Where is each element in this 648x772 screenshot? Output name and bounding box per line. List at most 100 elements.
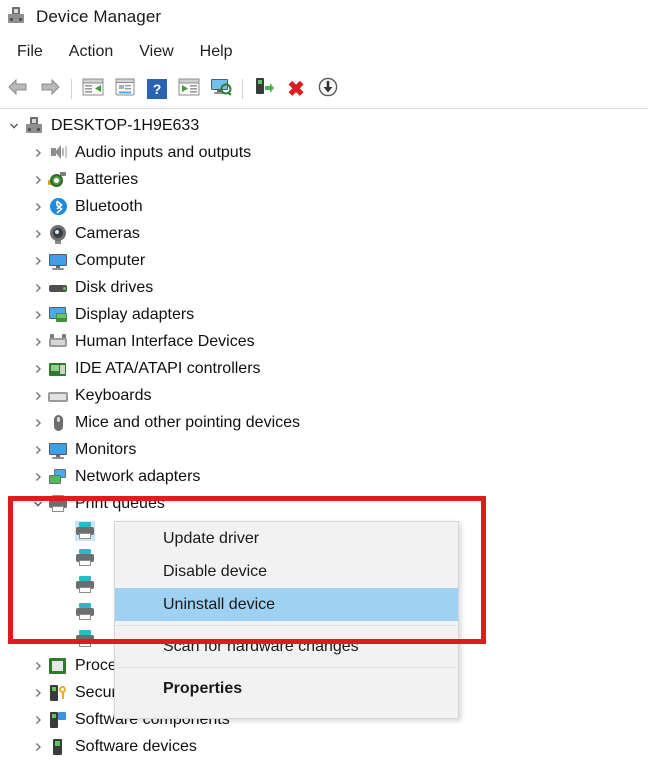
tree-item-network-adapters[interactable]: Network adapters bbox=[0, 463, 648, 490]
tree-item-ide-ata-atapi-controllers[interactable]: IDE ATA/ATAPI controllers bbox=[0, 355, 648, 382]
back-arrow-icon bbox=[7, 78, 29, 101]
printer-icon bbox=[48, 494, 68, 514]
speaker-icon bbox=[48, 143, 68, 163]
chevron-right-icon[interactable] bbox=[28, 220, 48, 247]
disk-drive-icon bbox=[48, 278, 68, 298]
menu-bar: File Action View Help bbox=[0, 36, 648, 68]
chevron-right-icon[interactable] bbox=[28, 463, 48, 490]
show-hide-action-pane-button[interactable] bbox=[173, 74, 205, 104]
battery-icon bbox=[48, 170, 68, 190]
chevron-right-icon[interactable] bbox=[28, 382, 48, 409]
menu-file[interactable]: File bbox=[4, 41, 56, 63]
tree-item-label: IDE ATA/ATAPI controllers bbox=[75, 359, 261, 377]
chevron-right-icon[interactable] bbox=[28, 652, 48, 679]
tree-item-batteries[interactable]: Batteries bbox=[0, 166, 648, 193]
properties-icon bbox=[114, 78, 136, 101]
chevron-right-icon[interactable] bbox=[28, 706, 48, 733]
device-manager-icon bbox=[6, 6, 28, 28]
monitor-icon bbox=[48, 440, 68, 460]
chevron-right-icon[interactable] bbox=[28, 436, 48, 463]
chevron-right-icon[interactable] bbox=[28, 274, 48, 301]
scan-monitor-icon bbox=[210, 77, 233, 101]
tree-item-display-adapters[interactable]: Display adapters bbox=[0, 301, 648, 328]
chevron-right-icon[interactable] bbox=[28, 193, 48, 220]
chevron-down-icon[interactable] bbox=[28, 490, 48, 517]
tree-item-label: Human Interface Devices bbox=[75, 332, 255, 350]
tree-item-computer[interactable]: Computer bbox=[0, 247, 648, 274]
bluetooth-icon bbox=[48, 197, 68, 217]
ide-controller-icon bbox=[48, 359, 68, 379]
tree-item-monitors[interactable]: Monitors bbox=[0, 436, 648, 463]
context-menu-item-uninstall-device[interactable]: Uninstall device bbox=[115, 588, 458, 621]
chevron-right-icon[interactable] bbox=[28, 301, 48, 328]
menu-action[interactable]: Action bbox=[56, 41, 126, 63]
context-menu-item-update-driver[interactable]: Update driver bbox=[115, 522, 458, 555]
hid-icon bbox=[48, 332, 68, 352]
action-pane-icon bbox=[178, 78, 200, 101]
tree-root-label: DESKTOP-1H9E633 bbox=[51, 116, 200, 134]
tree-item-bluetooth[interactable]: Bluetooth bbox=[0, 193, 648, 220]
chevron-right-icon[interactable] bbox=[28, 247, 48, 274]
processor-icon bbox=[48, 656, 68, 676]
context-menu-item-properties[interactable]: Properties bbox=[115, 672, 458, 705]
mouse-icon bbox=[48, 413, 68, 433]
tree-item-software-devices[interactable]: Software devices bbox=[0, 733, 648, 760]
tree-item-print-queues[interactable]: Print queues bbox=[0, 490, 648, 517]
chevron-right-icon[interactable] bbox=[28, 166, 48, 193]
tree-item-label: Mice and other pointing devices bbox=[75, 413, 301, 431]
tree-item-disk-drives[interactable]: Disk drives bbox=[0, 274, 648, 301]
tree-item-label: Cameras bbox=[75, 224, 140, 242]
menu-help[interactable]: Help bbox=[187, 41, 246, 63]
update-driver-icon bbox=[253, 77, 275, 101]
context-menu[interactable]: Update driver Disable device Uninstall d… bbox=[114, 521, 459, 719]
printer-icon bbox=[75, 575, 95, 595]
tree-item-human-interface-devices[interactable]: Human Interface Devices bbox=[0, 328, 648, 355]
software-component-icon bbox=[48, 710, 68, 730]
forward-button[interactable] bbox=[34, 74, 66, 104]
toolbar: ? ✖ bbox=[0, 70, 648, 108]
back-button[interactable] bbox=[2, 74, 34, 104]
tree-item-label: Disk drives bbox=[75, 278, 154, 296]
tree-item-keyboards[interactable]: Keyboards bbox=[0, 382, 648, 409]
chevron-right-icon[interactable] bbox=[28, 139, 48, 166]
chevron-right-icon[interactable] bbox=[28, 328, 48, 355]
tree-item-label: Network adapters bbox=[75, 467, 201, 485]
context-menu-separator bbox=[117, 667, 456, 668]
tree-item-label: Software devices bbox=[75, 737, 197, 755]
tree-item-audio-inputs-and-outputs[interactable]: Audio inputs and outputs bbox=[0, 139, 648, 166]
context-menu-item-scan-for-hardware-changes[interactable]: Scan for hardware changes bbox=[115, 630, 458, 663]
tree-item-label: Keyboards bbox=[75, 386, 152, 404]
chevron-right-icon[interactable] bbox=[28, 409, 48, 436]
monitor-icon bbox=[48, 251, 68, 271]
tree-item-label: Computer bbox=[75, 251, 146, 269]
uninstall-device-button[interactable]: ✖ bbox=[280, 74, 312, 104]
computer-icon bbox=[24, 116, 44, 136]
tree-item-cameras[interactable]: Cameras bbox=[0, 220, 648, 247]
printer-icon bbox=[75, 548, 95, 568]
context-menu-separator bbox=[117, 625, 456, 626]
show-hide-console-tree-button[interactable] bbox=[77, 74, 109, 104]
chevron-right-icon[interactable] bbox=[28, 679, 48, 706]
chevron-right-icon[interactable] bbox=[28, 733, 48, 760]
update-driver-button[interactable] bbox=[248, 74, 280, 104]
help-button[interactable]: ? bbox=[141, 74, 173, 104]
tree-item-label: Audio inputs and outputs bbox=[75, 143, 252, 161]
device-manager-window: Device Manager File Action View Help ? ✖… bbox=[0, 0, 648, 772]
printer-icon bbox=[75, 520, 95, 541]
context-menu-item-disable-device[interactable]: Disable device bbox=[115, 555, 458, 588]
scan-for-hardware-changes-button[interactable] bbox=[205, 74, 237, 104]
disable-device-button[interactable] bbox=[312, 74, 344, 104]
tree-item-label: Display adapters bbox=[75, 305, 195, 323]
tree-item-label: Batteries bbox=[75, 170, 139, 188]
tree-root-desktop[interactable]: DESKTOP-1H9E633 bbox=[0, 112, 648, 139]
menu-view[interactable]: View bbox=[126, 41, 186, 63]
security-device-icon bbox=[48, 683, 68, 703]
chevron-down-icon[interactable] bbox=[4, 112, 24, 139]
chevron-right-icon[interactable] bbox=[28, 355, 48, 382]
forward-arrow-icon bbox=[39, 78, 61, 101]
keyboard-icon bbox=[48, 386, 68, 406]
tree-item-mice-and-other-pointing-devices[interactable]: Mice and other pointing devices bbox=[0, 409, 648, 436]
title-bar: Device Manager bbox=[0, 0, 648, 34]
software-device-icon bbox=[48, 737, 68, 757]
properties-button[interactable] bbox=[109, 74, 141, 104]
